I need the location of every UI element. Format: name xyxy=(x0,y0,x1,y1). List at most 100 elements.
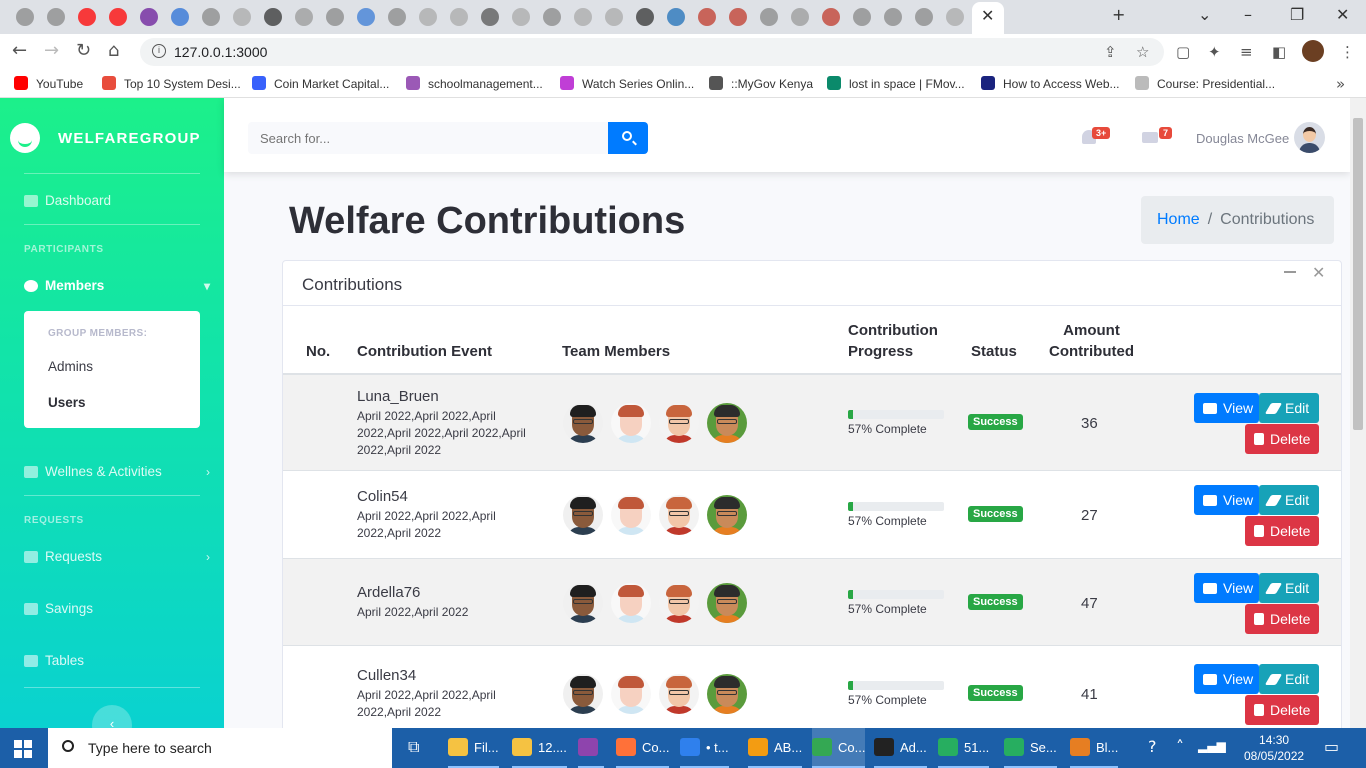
team-member-avatar[interactable] xyxy=(659,403,699,443)
tray-chevron-icon[interactable]: ˄ xyxy=(1176,737,1184,756)
team-member-avatar[interactable] xyxy=(563,582,603,623)
tab-favicon-icon[interactable] xyxy=(357,8,375,26)
bookmark-item[interactable]: Course: Presidential... xyxy=(1135,76,1275,91)
bookmark-item[interactable]: YouTube xyxy=(14,76,83,91)
edit-button[interactable]: Edit xyxy=(1259,572,1319,603)
scrollbar-thumb[interactable] xyxy=(1353,118,1363,430)
team-member-avatar[interactable] xyxy=(611,582,651,623)
tab-favicon-icon[interactable] xyxy=(946,8,964,26)
team-member-avatar[interactable] xyxy=(563,403,603,443)
user-avatar[interactable] xyxy=(1294,122,1325,153)
tab-favicon-icon[interactable] xyxy=(326,8,344,26)
delete-button[interactable]: Delete xyxy=(1245,694,1319,725)
user-name[interactable]: Douglas McGee xyxy=(1196,131,1289,146)
tab-favicon-icon[interactable] xyxy=(450,8,468,26)
taskbar-search[interactable]: Type here to search xyxy=(48,728,392,768)
taskbar-app[interactable]: Fil... xyxy=(448,728,499,768)
sidebar-item-tables[interactable]: Tables xyxy=(24,653,214,668)
team-member-avatar[interactable] xyxy=(563,673,603,714)
taskbar-app[interactable] xyxy=(578,728,604,768)
side-panel-icon[interactable]: ◧ xyxy=(1272,43,1290,61)
new-tab-icon[interactable]: + xyxy=(1112,5,1125,24)
tab-favicon-icon[interactable] xyxy=(512,8,530,26)
submenu-item-users[interactable]: Users xyxy=(48,395,86,410)
taskbar-app[interactable]: Bl... xyxy=(1070,728,1119,768)
taskbar-app[interactable]: 51... xyxy=(938,728,990,768)
team-member-avatar[interactable] xyxy=(707,582,747,623)
taskbar-app[interactable]: AB... xyxy=(748,728,803,768)
view-button[interactable]: View xyxy=(1194,393,1259,423)
bookmark-item[interactable]: Top 10 System Desi... xyxy=(102,76,241,91)
taskbar-app[interactable]: • t... xyxy=(680,728,729,768)
delete-button[interactable]: Delete xyxy=(1245,424,1319,454)
tab-favicon-icon[interactable] xyxy=(853,8,871,26)
reload-icon[interactable]: ↻ xyxy=(76,40,91,61)
edit-button[interactable]: Edit xyxy=(1259,393,1319,423)
tab-favicon-icon[interactable] xyxy=(636,8,654,26)
team-member-avatar[interactable] xyxy=(707,673,747,714)
team-member-avatar[interactable] xyxy=(659,495,699,535)
back-icon[interactable]: ← xyxy=(12,40,27,61)
window-close-icon[interactable]: ✕ xyxy=(1336,5,1349,24)
tab-favicon-icon[interactable] xyxy=(295,8,313,26)
extension-icon[interactable]: ▢ xyxy=(1176,43,1194,61)
tab-favicon-icon[interactable] xyxy=(264,8,282,26)
tab-favicon-icon[interactable] xyxy=(574,8,592,26)
sidebar-item-dashboard[interactable]: Dashboard xyxy=(24,193,214,208)
sidebar-item-requests[interactable]: Requests › xyxy=(24,549,214,564)
tab-favicon-icon[interactable] xyxy=(171,8,189,26)
bookmark-star-icon[interactable]: ☆ xyxy=(1136,43,1154,61)
tab-favicon-icon[interactable] xyxy=(543,8,561,26)
extensions-puzzle-icon[interactable]: ✦ xyxy=(1208,43,1226,61)
delete-button[interactable]: Delete xyxy=(1245,516,1319,546)
bookmark-item[interactable]: Coin Market Capital... xyxy=(252,76,389,91)
task-view-icon[interactable]: ⧉ xyxy=(408,737,419,757)
minimize-icon[interactable]: – xyxy=(1244,5,1252,24)
submenu-item-admins[interactable]: Admins xyxy=(48,359,93,374)
tab-search-icon[interactable]: ⌄ xyxy=(1198,5,1211,24)
tab-favicon-icon[interactable] xyxy=(915,8,933,26)
tab-favicon-icon[interactable] xyxy=(605,8,623,26)
tab-favicon-icon[interactable] xyxy=(729,8,747,26)
team-member-avatar[interactable] xyxy=(707,495,747,535)
tab-favicon-icon[interactable] xyxy=(884,8,902,26)
sidebar-item-savings[interactable]: Savings xyxy=(24,601,214,616)
forward-icon[interactable]: → xyxy=(44,40,59,61)
sidebar-toggle-button[interactable]: ‹ xyxy=(92,705,132,728)
view-button[interactable]: View xyxy=(1194,485,1259,515)
home-icon[interactable]: ⌂ xyxy=(108,40,119,61)
tab-favicon-icon[interactable] xyxy=(822,8,840,26)
chrome-menu-icon[interactable]: ⋮ xyxy=(1340,43,1358,61)
taskbar-app[interactable]: Se... xyxy=(1004,728,1057,768)
envelope-icon[interactable] xyxy=(1142,132,1158,143)
tab-favicon-icon[interactable] xyxy=(698,8,716,26)
view-button[interactable]: View xyxy=(1194,663,1259,694)
bookmark-item[interactable]: schoolmanagement... xyxy=(406,76,543,91)
site-info-icon[interactable]: i xyxy=(152,44,166,58)
tab-favicon-icon[interactable] xyxy=(140,8,158,26)
sidebar-item-wellness[interactable]: Wellnes & Activities › xyxy=(24,464,214,479)
bookmark-item[interactable]: lost in space | FMov... xyxy=(827,76,965,91)
page-scrollbar[interactable] xyxy=(1350,98,1366,728)
help-icon[interactable]: ? xyxy=(1148,737,1157,756)
team-member-avatar[interactable] xyxy=(611,495,651,535)
search-input[interactable] xyxy=(248,122,608,154)
edit-button[interactable]: Edit xyxy=(1259,485,1319,515)
tab-favicon-icon[interactable] xyxy=(791,8,809,26)
tab-favicon-icon[interactable] xyxy=(16,8,34,26)
tab-favicon-icon[interactable] xyxy=(667,8,685,26)
team-member-avatar[interactable] xyxy=(611,403,651,443)
sidebar-item-members[interactable]: Members ▾ xyxy=(24,278,214,293)
tab-favicon-icon[interactable] xyxy=(233,8,251,26)
tab-favicon-icon[interactable] xyxy=(109,8,127,26)
tab-favicon-icon[interactable] xyxy=(78,8,96,26)
team-member-avatar[interactable] xyxy=(611,673,651,714)
profile-avatar[interactable] xyxy=(1302,40,1324,62)
tab-favicon-icon[interactable] xyxy=(481,8,499,26)
minimize-card-icon[interactable] xyxy=(1284,271,1296,273)
media-control-icon[interactable]: ≡ xyxy=(1240,43,1258,61)
tab-favicon-icon[interactable] xyxy=(760,8,778,26)
tab-favicon-icon[interactable] xyxy=(202,8,220,26)
team-member-avatar[interactable] xyxy=(659,673,699,714)
bookmark-item[interactable]: Watch Series Onlin... xyxy=(560,76,694,91)
